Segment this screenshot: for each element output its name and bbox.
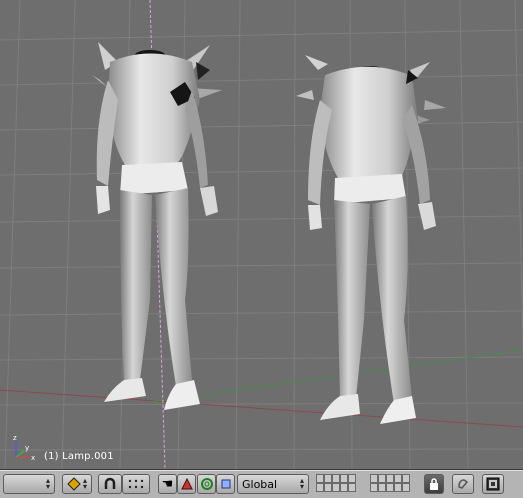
updown-arrows-icon: ▴ ▾ [45,476,50,491]
armor-figure-right [296,55,446,424]
pivot-button[interactable] [98,474,122,494]
updown-arrows-icon: ▴ ▾ [82,476,87,491]
ring-icon [200,478,213,490]
lock-button[interactable] [424,474,444,494]
lock-icon [430,478,438,490]
image-icon [486,477,500,491]
floor-grid [0,0,523,469]
render-icon [458,479,469,489]
render-button[interactable] [452,474,474,494]
translate-manipulator-button[interactable] [216,474,235,494]
updown-arrows-icon: ▴ ▾ [299,476,304,491]
transform-orientation-value: Global [242,477,278,491]
scene-canvas[interactable] [0,0,523,469]
blender-window: z x y (1) Lamp.001 ▴ ▾ ▴ ▾ ☚ Global ▴ ▾ [0,0,523,498]
snap-button[interactable] [122,474,150,494]
layer-buttons-left[interactable] [316,474,356,494]
mode-select[interactable]: ▴ ▾ [3,474,55,494]
square-icon [221,479,230,489]
triangle-icon [180,478,193,490]
manipulator-toggle[interactable]: ☚ [158,474,177,494]
snap-dots-icon [128,479,144,489]
scale-manipulator-button[interactable] [197,474,216,494]
3d-viewport[interactable]: z x y (1) Lamp.001 [0,0,523,470]
layer-buttons-right[interactable] [370,474,410,494]
x-axis-line [0,389,523,428]
axis-gizmo-icon: z x y [13,434,35,462]
hand-icon: ☚ [161,476,174,492]
transform-orientation-select[interactable]: Global ▴ ▾ [237,474,309,494]
axis-x-label: x [31,454,35,462]
solid-sphere-icon [67,477,81,491]
magnet-icon [104,477,116,489]
image-button[interactable] [482,474,504,494]
draw-type-button[interactable]: ▴ ▾ [62,474,92,494]
axis-z-label: z [13,434,17,442]
axis-y-label: y [25,444,29,452]
active-object-label: (1) Lamp.001 [44,451,114,462]
viewport-header: ▴ ▾ ▴ ▾ ☚ Global ▴ ▾ [0,470,523,498]
rotate-manipulator-button[interactable] [177,474,196,494]
